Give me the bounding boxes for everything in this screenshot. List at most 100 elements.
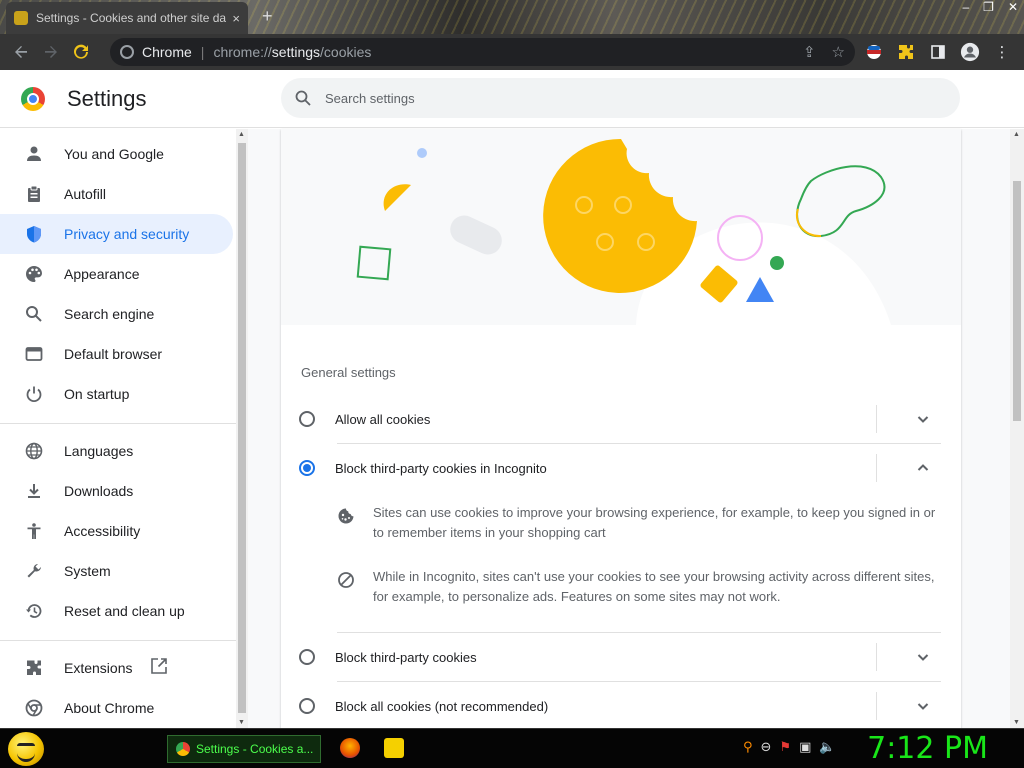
maximize-button[interactable]: ❐ [983,0,994,14]
bookmark-star-icon[interactable]: ☆ [832,43,845,61]
option-separator [876,643,877,671]
wrench-icon [24,561,44,581]
option-block-third-party-incognito[interactable]: Block third-party cookies in Incognito [299,444,941,492]
sidebar-item-reset-and-clean-up[interactable]: Reset and clean up [0,591,233,631]
main-scroll-thumb[interactable] [1013,181,1021,421]
puzzle-icon [24,658,44,678]
option-separator [876,405,877,433]
start-smiley-icon[interactable] [8,732,44,766]
scroll-up-arrow-icon[interactable]: ▲ [238,131,245,138]
chevron-down-icon[interactable] [905,639,941,675]
chevron-down-icon[interactable] [905,401,941,437]
sidebar-item-system[interactable]: System [0,551,233,591]
sidebar-nav: You and Google Autofill Privacy and secu… [0,129,236,728]
side-panel-icon[interactable] [928,42,948,62]
sidebar-item-search-engine[interactable]: Search engine [0,294,233,334]
clipboard-icon [24,184,44,204]
address-bar[interactable]: Chrome | chrome://settings/cookies ⇪ ☆ [110,38,855,66]
sidebar-item-extensions[interactable]: Extensions [0,648,233,688]
profile-flag-icon[interactable] [864,42,884,62]
network-tray-icon[interactable]: ▣ [799,739,811,755]
search-icon [24,304,44,324]
globe-icon [24,441,44,461]
omnibox-separator: | [200,44,205,60]
option-separator [876,454,877,482]
sidebar-scroll-thumb[interactable] [238,143,246,713]
main-scrollbar[interactable]: ▲ ▼ [1010,129,1024,728]
sidebar-divider [0,640,236,641]
chrome-icon [24,698,44,718]
sidebar-item-label: Reset and clean up [64,603,185,619]
settings-header: Settings [0,70,1024,128]
reload-icon[interactable] [66,37,96,67]
browser-tab-settings[interactable]: Settings - Cookies and other site data × [6,2,248,34]
close-window-button[interactable]: ✕ [1008,0,1018,14]
open-in-new-icon [150,657,168,680]
status-tray-icon[interactable]: ⊖ [761,739,772,755]
forward-icon[interactable] [36,37,66,67]
option-label: Block third-party cookies in Incognito [335,460,547,476]
new-tab-button[interactable]: + [262,6,273,27]
extensions-puzzle-icon[interactable] [896,42,916,62]
sidebar-item-you-and-google[interactable]: You and Google [0,134,233,174]
scroll-down-arrow-icon[interactable]: ▼ [1013,719,1020,726]
menu-kebab-icon[interactable]: ⋮ [992,42,1012,62]
option-block-all-cookies[interactable]: Block all cookies (not recommended) [299,682,941,728]
taskbar-chrome-window[interactable]: Settings - Cookies a... [167,735,321,763]
search-tray-icon[interactable]: ⚲ [743,739,753,755]
url-path: /cookies [320,44,372,60]
radio-block-all-cookies[interactable] [299,698,315,714]
sidebar-divider [0,423,236,424]
sidebar-item-default-browser[interactable]: Default browser [0,334,233,374]
sidebar-item-label: On startup [64,386,130,402]
sidebar-item-about-chrome[interactable]: About Chrome [0,688,233,728]
url-text[interactable]: chrome://settings/cookies [213,44,371,60]
chevron-up-icon[interactable] [905,450,941,486]
sidebar-item-appearance[interactable]: Appearance [0,254,233,294]
sidebar-item-label: System [64,563,111,579]
profile-avatar-icon[interactable] [960,42,980,62]
option-label: Block all cookies (not recommended) [335,698,549,714]
taskbar-window-label: Settings - Cookies a... [196,742,314,756]
firefox-icon[interactable] [340,738,360,758]
extensions-area: ⋮ [864,34,1024,70]
cookie-icon [337,503,357,543]
sidebar-item-languages[interactable]: Languages [0,431,233,471]
system-tray: ⚲ ⊖ ⚑ ▣ 🔈 [743,739,836,755]
scroll-up-arrow-icon[interactable]: ▲ [1013,131,1020,138]
taskbar-clock: 7:12 PM [867,731,988,766]
search-settings-box[interactable] [281,78,960,118]
sidebar-scrollbar[interactable]: ▲ ▼ [236,129,248,728]
sidebar-item-privacy-and-security[interactable]: Privacy and security [0,214,233,254]
site-info-icon[interactable] [120,45,134,59]
sidebar-item-on-startup[interactable]: On startup [0,374,233,414]
tab-close-icon[interactable]: × [232,11,240,26]
option-block-third-party-cookies[interactable]: Block third-party cookies [299,633,941,681]
search-input[interactable] [325,90,925,106]
volume-icon[interactable]: 🔈 [819,739,835,755]
chevron-down-icon[interactable] [905,688,941,724]
browser-window-icon [24,344,44,364]
cookies-illustration [281,129,961,325]
page-title: Settings [67,86,147,111]
minimize-button[interactable]: – [962,0,969,14]
radio-allow-all-cookies[interactable] [299,411,315,427]
back-icon[interactable] [6,37,36,67]
history-icon [24,601,44,621]
shield-icon [24,224,44,244]
sidebar-item-accessibility[interactable]: Accessibility [0,511,233,551]
option-allow-all-cookies[interactable]: Allow all cookies [299,395,941,443]
omnibox-chrome-label: Chrome [142,44,192,60]
scroll-down-arrow-icon[interactable]: ▼ [238,719,245,726]
share-icon[interactable]: ⇪ [803,43,816,61]
option-separator [876,692,877,720]
radio-block-third-party-incognito[interactable] [299,460,315,476]
radio-block-third-party-cookies[interactable] [299,649,315,665]
sidebar-item-downloads[interactable]: Downloads [0,471,233,511]
sidebar-item-autofill[interactable]: Autofill [0,174,233,214]
chrome-icon [176,742,190,756]
flag-tray-icon[interactable]: ⚑ [779,739,791,755]
sidebar-item-label: You and Google [64,146,164,162]
sidebar-item-label: Languages [64,443,134,459]
file-manager-icon[interactable] [384,738,404,758]
